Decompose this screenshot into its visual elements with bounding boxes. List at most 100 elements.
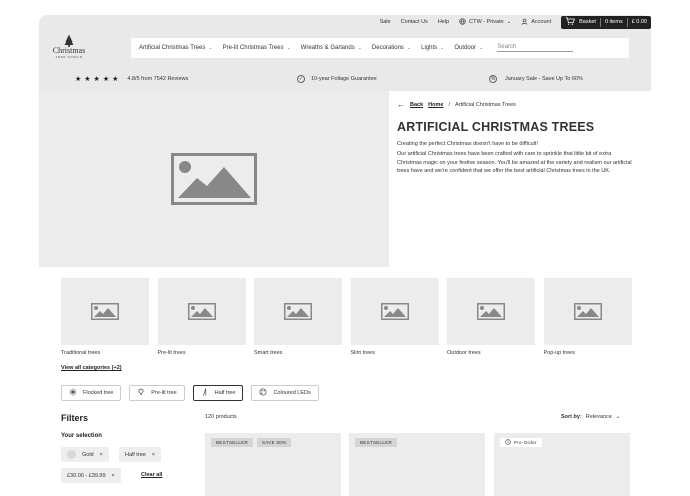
account-label: Account xyxy=(531,19,552,25)
divider xyxy=(626,17,628,27)
category-label: Slim trees xyxy=(350,350,375,356)
reviews-rating[interactable]: ★★★★★ 4.8/5 from 7542 Reviews xyxy=(75,75,188,83)
snowflake-icon xyxy=(69,388,77,398)
tag-label: Gold xyxy=(82,451,94,458)
badge-save: SAVE 60% xyxy=(257,438,292,447)
lightbulb-icon xyxy=(137,388,145,398)
site-logo[interactable]: Christmas TREE WORLD xyxy=(47,34,91,60)
category-intro: ← Back Home / Artificial Christmas Trees… xyxy=(397,100,637,175)
image-placeholder-icon xyxy=(171,153,257,205)
sort-dropdown[interactable]: Sort by: Relevance ⌄ xyxy=(561,414,620,420)
nav-label: Lights xyxy=(421,45,438,51)
breadcrumb-home[interactable]: Home xyxy=(428,102,443,108)
utility-bar: Sale Contact Us Help CTW - Private ⌄ Acc… xyxy=(380,15,651,29)
image-placeholder-icon xyxy=(380,303,409,320)
chip-coloured-leds[interactable]: Coloured LEDs xyxy=(251,385,319,401)
gold-swatch-icon xyxy=(67,450,76,459)
close-icon[interactable]: × xyxy=(100,452,103,458)
product-card[interactable]: BESTSELLER SAVE 60% xyxy=(205,433,341,496)
divider xyxy=(599,17,601,27)
nav-decorations[interactable]: Decorations ⌄ xyxy=(372,45,411,51)
nav-wreaths-garlands[interactable]: Wreaths & Garlands ⌄ xyxy=(301,45,362,51)
nav-artificial-christmas-trees[interactable]: Artificial Christmas Trees ⌄ xyxy=(139,45,213,51)
your-selection-heading: Your selection xyxy=(61,433,102,439)
hero-image xyxy=(39,91,389,267)
chip-flocked-tree[interactable]: Flocked tree xyxy=(61,385,122,401)
half-tree-icon xyxy=(201,388,209,398)
chevron-down-icon: ⌄ xyxy=(506,19,512,25)
palette-icon xyxy=(259,388,267,398)
contact-us-link[interactable]: Contact Us xyxy=(401,19,428,25)
close-icon[interactable]: × xyxy=(112,473,115,479)
check-circle-icon: ✓ xyxy=(297,75,305,83)
chip-half-tree[interactable]: Half tree xyxy=(192,385,244,401)
category-tile-outdoor[interactable]: Outdoor trees xyxy=(447,278,535,356)
clock-icon xyxy=(505,439,511,446)
chip-label: Flocked tree xyxy=(83,390,114,396)
product-card[interactable]: BESTSELLER xyxy=(349,433,485,496)
badge-bestseller: BESTSELLER xyxy=(211,438,254,447)
basket-label: Basket xyxy=(579,19,596,25)
account-link[interactable]: Account xyxy=(521,18,551,27)
category-image xyxy=(543,278,632,345)
chevron-down-icon: ⌄ xyxy=(357,45,362,51)
tag-label: £30.00 - £39.99 xyxy=(67,472,106,479)
clear-all-filters-link[interactable]: Clear all xyxy=(141,472,162,478)
arrow-left-icon[interactable]: ← xyxy=(397,100,405,109)
back-link[interactable]: Back xyxy=(410,102,423,108)
selected-filter-half-tree[interactable]: Half tree × xyxy=(119,447,162,462)
globe-icon xyxy=(459,17,466,27)
image-placeholder-icon xyxy=(573,303,602,320)
chevron-down-icon: ⌄ xyxy=(615,414,621,420)
category-tile-pre-lit[interactable]: Pre-lit trees xyxy=(157,278,246,356)
sale-link[interactable]: Sale xyxy=(380,19,391,25)
sort-value: Relevance xyxy=(585,414,612,420)
page-title: ARTIFICIAL CHRISTMAS TREES xyxy=(397,120,595,134)
category-tile-pop-up[interactable]: Pop-up trees xyxy=(543,278,632,356)
category-label: Traditional trees xyxy=(61,350,101,356)
product-card[interactable]: Pre-Order xyxy=(494,433,630,496)
basket-button[interactable]: Basket 0 items £ 0.00 xyxy=(561,15,651,29)
chevron-down-icon: ⌄ xyxy=(406,45,412,51)
page: Sale Contact Us Help CTW - Private ⌄ Acc… xyxy=(0,0,690,496)
search-input[interactable]: Search xyxy=(497,44,574,52)
category-tiles: Traditional trees Pre-lit trees Smart tr… xyxy=(61,278,632,356)
product-badges: BESTSELLER SAVE 60% xyxy=(211,438,292,447)
category-tile-traditional[interactable]: Traditional trees xyxy=(61,278,149,356)
intro-description: Our artificial Christmas trees have been… xyxy=(397,151,632,174)
user-icon xyxy=(521,18,528,27)
chip-label: Pre-lit tree xyxy=(151,390,177,396)
image-placeholder-icon xyxy=(284,303,312,320)
currency-label: CTW - Private xyxy=(469,19,504,25)
close-icon[interactable]: × xyxy=(152,452,155,458)
selected-filter-price[interactable]: £30.00 - £39.99 × xyxy=(61,468,121,483)
nav-lights[interactable]: Lights ⌄ xyxy=(421,45,444,51)
main-nav: Artificial Christmas Trees ⌄ Pre-lit Chri… xyxy=(131,38,629,58)
category-tile-smart[interactable]: Smart trees xyxy=(254,278,342,356)
chevron-down-icon: ⌄ xyxy=(286,45,291,51)
breadcrumb-separator: / xyxy=(448,101,450,108)
image-placeholder-icon xyxy=(91,303,119,320)
site-header: Sale Contact Us Help CTW - Private ⌄ Acc… xyxy=(39,15,651,91)
nav-label: Decorations xyxy=(371,45,404,51)
chip-label: Coloured LEDs xyxy=(273,390,311,396)
badge-pre-order: Pre-Order xyxy=(500,438,542,447)
chevron-down-icon: ⌄ xyxy=(440,45,445,51)
tag-label: Half tree xyxy=(125,451,146,458)
category-image xyxy=(447,278,535,345)
chip-pre-lit-tree[interactable]: Pre-lit tree xyxy=(129,385,185,401)
category-tile-slim[interactable]: Slim trees xyxy=(350,278,439,356)
category-label: Smart trees xyxy=(254,350,283,356)
view-all-categories-link[interactable]: View all categories (+2) xyxy=(61,365,122,371)
currency-selector[interactable]: CTW - Private ⌄ xyxy=(459,17,512,27)
category-label: Outdoor trees xyxy=(447,350,481,356)
selected-filter-gold[interactable]: Gold × xyxy=(61,447,109,462)
star-rating-icon: ★★★★★ xyxy=(75,76,122,83)
help-link[interactable]: Help xyxy=(438,19,449,25)
badge-bestseller: BESTSELLER xyxy=(355,438,398,447)
product-badges: BESTSELLER xyxy=(355,438,398,447)
nav-pre-lit-christmas-trees[interactable]: Pre-lit Christmas Trees ⌄ xyxy=(223,45,291,51)
nav-outdoor[interactable]: Outdoor ⌄ xyxy=(454,45,483,51)
product-badges: Pre-Order xyxy=(500,438,542,447)
percent-icon: % xyxy=(489,75,497,83)
